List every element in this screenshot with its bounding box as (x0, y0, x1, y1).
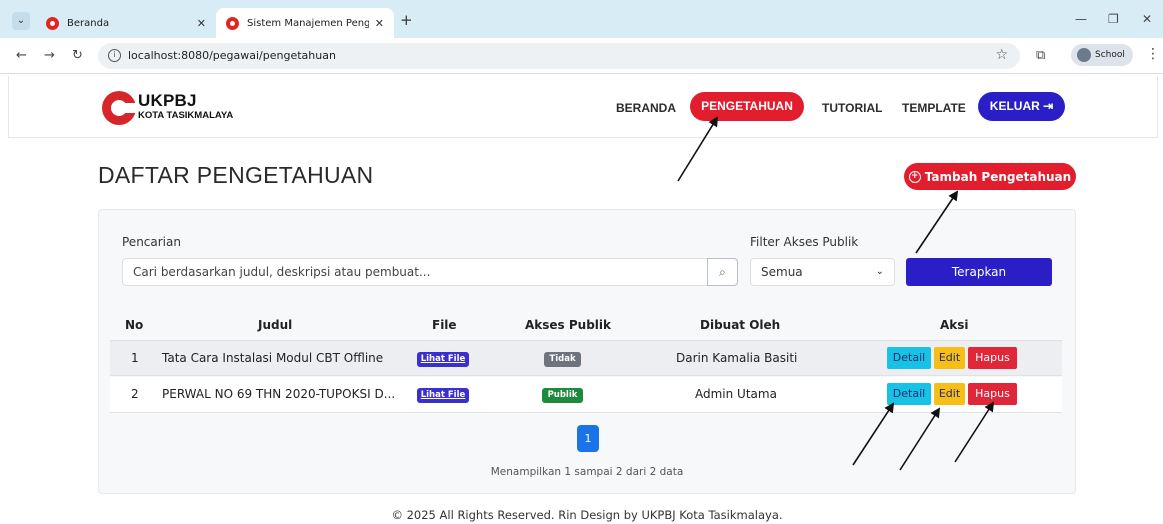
reload-icon[interactable]: ↻ (72, 48, 83, 63)
edit-button[interactable]: Edit (934, 383, 965, 405)
logo-title: UKPBJ (138, 91, 197, 110)
row-title: Tata Cara Instalasi Modul CBT Offline (162, 351, 384, 365)
nav-template[interactable]: TEMPLATE (902, 101, 966, 115)
row-number: 2 (131, 387, 139, 401)
browser-tab-beranda[interactable]: Beranda ✕ (36, 8, 216, 38)
table-row: 2 PERWAL NO 69 THN 2020-TUPOKSI D... Lih… (110, 377, 1062, 413)
pagination-page-button[interactable]: 1 (577, 425, 599, 452)
logout-label: KELUAR (989, 99, 1040, 113)
search-icon: ⌕ (719, 265, 726, 279)
row-number: 1 (131, 351, 139, 365)
add-knowledge-button[interactable]: + Tambah Pengetahuan (904, 163, 1076, 190)
site-favicon-icon (226, 16, 239, 30)
column-header-file: File (432, 318, 457, 332)
site-favicon-icon (46, 16, 59, 30)
browser-tab-bar: ⌄ Beranda ✕ Sistem Manajemen Pengetahuan… (0, 0, 1163, 38)
detail-button[interactable]: Detail (887, 383, 931, 405)
column-header-no: No (125, 318, 144, 332)
extensions-icon[interactable]: ⧉ (1036, 48, 1045, 63)
search-label: Pencarian (122, 235, 181, 249)
url-text: localhost:8080/pegawai/pengetahuan (128, 49, 336, 62)
new-tab-button[interactable]: + (400, 12, 413, 28)
row-title: PERWAL NO 69 THN 2020-TUPOKSI D... (162, 387, 396, 401)
edit-button[interactable]: Edit (934, 347, 965, 369)
profile-label: School (1095, 50, 1125, 60)
minimize-icon[interactable]: — (1075, 12, 1087, 26)
nav-tutorial[interactable]: TUTORIAL (822, 101, 882, 115)
table-row: 1 Tata Cara Instalasi Modul CBT Offline … (110, 340, 1062, 376)
browser-menu-icon[interactable]: ⋮ (1146, 46, 1160, 62)
delete-button[interactable]: Hapus (968, 383, 1017, 405)
search-placeholder: Cari berdasarkan judul, deskripsi atau p… (133, 265, 431, 279)
access-badge-public: Publik (542, 388, 583, 403)
add-knowledge-label: Tambah Pengetahuan (924, 169, 1072, 184)
tab-title: Sistem Manajemen Pengetahuan (247, 17, 369, 29)
address-bar[interactable]: i localhost:8080/pegawai/pengetahuan ☆ (98, 43, 1020, 69)
forward-icon[interactable]: → (44, 48, 55, 63)
public-access-filter-select[interactable]: Semua ⌄ (750, 258, 895, 286)
column-header-judul: Judul (258, 318, 293, 332)
chevron-down-icon: ⌄ (875, 266, 884, 277)
tab-title: Beranda (67, 17, 110, 29)
apply-filter-button[interactable]: Terapkan (906, 258, 1052, 286)
search-button[interactable]: ⌕ (707, 258, 738, 286)
filter-label: Filter Akses Publik (750, 235, 859, 249)
profile-button[interactable]: School (1071, 44, 1133, 66)
view-file-link[interactable]: Lihat File (417, 352, 469, 367)
search-input[interactable]: Cari berdasarkan judul, deskripsi atau p… (122, 258, 707, 286)
detail-button[interactable]: Detail (887, 347, 931, 369)
logout-icon: ⇥ (1043, 99, 1054, 113)
column-header-aksi: Aksi (940, 318, 969, 332)
filter-selected-value: Semua (761, 265, 803, 279)
logo-mark-icon (102, 91, 138, 125)
delete-button[interactable]: Hapus (968, 347, 1017, 369)
nav-beranda[interactable]: BERANDA (616, 101, 676, 115)
column-header-akses: Akses Publik (525, 318, 612, 332)
page-title: DAFTAR PENGETAHUAN (98, 162, 374, 188)
close-tab-icon[interactable]: ✕ (375, 17, 384, 30)
logo-subtitle: KOTA TASIKMALAYA (138, 110, 234, 121)
nav-pengetahuan[interactable]: PENGETAHUAN (690, 92, 804, 121)
column-header-dibuat: Dibuat Oleh (700, 318, 781, 332)
browser-toolbar: ← → ↻ i localhost:8080/pegawai/pengetahu… (0, 38, 1163, 74)
back-icon[interactable]: ← (16, 48, 27, 63)
site-info-icon[interactable]: i (108, 49, 121, 62)
plus-circle-icon: + (908, 170, 921, 183)
access-badge-private: Tidak (544, 352, 581, 367)
close-tab-icon[interactable]: ✕ (197, 17, 206, 30)
view-file-link[interactable]: Lihat File (417, 388, 469, 403)
page-footer: © 2025 All Rights Reserved. Rin Design b… (391, 508, 783, 522)
site-logo[interactable]: UKPBJ KOTA TASIKMALAYA (102, 88, 252, 126)
row-creator: Admin Utama (695, 387, 777, 401)
logout-button[interactable]: KELUAR ⇥ (978, 92, 1065, 121)
row-creator: Darin Kamalia Basiti (676, 351, 798, 365)
tab-search-chevron-icon[interactable]: ⌄ (12, 12, 30, 30)
profile-avatar-icon (1077, 48, 1091, 62)
pagination-info: Menampilkan 1 sampai 2 dari 2 data (490, 466, 684, 478)
window-close-icon[interactable]: ✕ (1142, 12, 1152, 26)
restore-icon[interactable]: ❐ (1108, 12, 1119, 26)
browser-tab-active[interactable]: Sistem Manajemen Pengetahuan ✕ (216, 8, 394, 38)
bookmark-star-icon[interactable]: ☆ (995, 47, 1008, 63)
